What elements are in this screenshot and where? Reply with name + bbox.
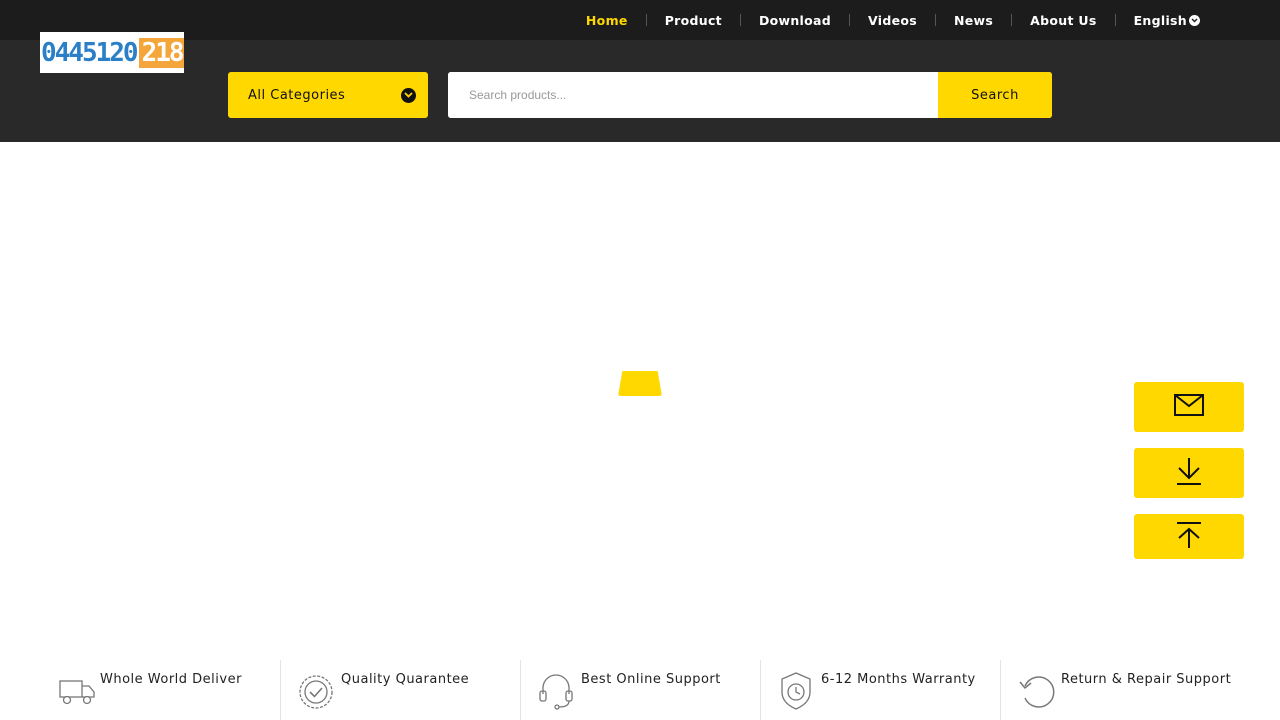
email-button[interactable] [1134,382,1244,432]
language-label: English [1133,12,1187,28]
chevron-down-icon [401,87,416,103]
features-strip: Whole World Deliver Quality Quarantee Be… [0,660,1280,720]
nav-home[interactable]: Home [568,13,646,28]
nav-about-us[interactable]: About Us [1012,13,1114,28]
truck-icon [58,672,96,710]
nav-download[interactable]: Download [741,13,849,28]
nav-product[interactable]: Product [647,13,740,28]
feature-label: 6-12 Months Warranty [821,672,976,687]
chevron-down-icon [1189,14,1200,26]
feature-label: Quality Quarantee [341,672,470,687]
search-button[interactable]: Search [938,72,1052,118]
logo-text-blue: 0445120 [41,37,139,68]
feature-delivery: Whole World Deliver [40,660,280,720]
language-selector[interactable]: English [1116,13,1218,28]
feature-quality: Quality Quarantee [280,660,520,720]
feature-label: Return & Repair Support [1061,672,1232,687]
feature-return: Return & Repair Support [1000,660,1240,720]
top-bar: Home Product Download Videos News About … [0,0,1280,40]
nav-videos[interactable]: Videos [850,13,935,28]
top-nav: Home Product Download Videos News About … [568,0,1218,40]
logo-text-orange: 218 [138,37,184,68]
logo[interactable]: 0445120 218 [40,32,184,73]
nav-news[interactable]: News [936,13,1011,28]
search-bar: Search [448,72,1052,118]
search-input[interactable] [448,72,938,118]
return-arrow-icon [1019,672,1057,710]
feature-label: Whole World Deliver [100,672,242,687]
back-to-top-button[interactable] [1134,514,1244,559]
feature-warranty: 6-12 Months Warranty [760,660,1000,720]
shield-clock-icon [779,672,817,710]
mail-icon [1174,394,1204,420]
feature-label: Best Online Support [581,672,721,687]
download-icon [1174,456,1204,490]
loading-spinner [618,371,662,396]
download-button[interactable] [1134,448,1244,498]
category-dropdown[interactable]: All Categories [228,72,428,118]
feature-support: Best Online Support [520,660,760,720]
back-to-top-icon [1174,521,1204,553]
category-label: All Categories [248,87,346,103]
check-badge-icon [299,672,337,710]
headset-icon [539,672,577,710]
